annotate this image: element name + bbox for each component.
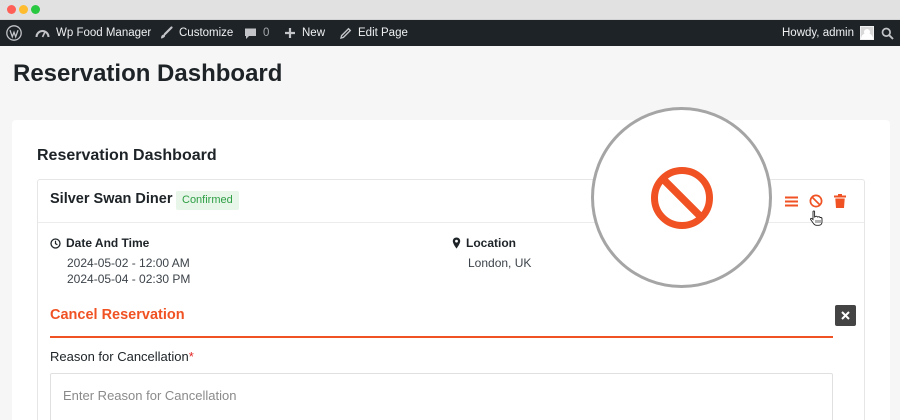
window-close-dot[interactable] bbox=[7, 5, 16, 14]
location-value: London, UK bbox=[468, 256, 532, 270]
date-time-value-1: 2024-05-02 - 12:00 AM bbox=[67, 256, 190, 270]
reason-label-text: Reason for Cancellation bbox=[50, 349, 189, 364]
customize-label: Customize bbox=[179, 27, 234, 39]
date-time-value-2: 2024-05-04 - 02:30 PM bbox=[67, 272, 191, 286]
date-time-label: Date And Time bbox=[66, 236, 150, 250]
admin-bar: Wp Food Manager Customize 0 New Edit Pag… bbox=[0, 20, 900, 46]
avatar bbox=[860, 26, 875, 40]
search-icon bbox=[881, 27, 894, 40]
close-icon bbox=[841, 311, 850, 320]
pencil-icon bbox=[340, 27, 352, 39]
close-cancel-form-button[interactable] bbox=[835, 305, 856, 326]
magnifier-callout bbox=[591, 107, 772, 288]
new-content-link[interactable]: New bbox=[284, 20, 325, 46]
browser-chrome bbox=[0, 0, 900, 20]
site-name-link[interactable]: Wp Food Manager bbox=[35, 20, 151, 46]
edit-page-link[interactable]: Edit Page bbox=[339, 20, 408, 46]
clock-icon bbox=[50, 237, 61, 249]
howdy-text: Howdy, admin bbox=[782, 27, 855, 39]
menu-icon bbox=[784, 196, 798, 206]
trash-icon bbox=[834, 194, 846, 208]
cancel-icon bbox=[809, 194, 823, 208]
comments-link[interactable]: 0 bbox=[244, 20, 269, 46]
site-name: Wp Food Manager bbox=[56, 27, 152, 39]
reason-label: Reason for Cancellation* bbox=[50, 349, 194, 364]
wordpress-logo-icon bbox=[6, 25, 22, 41]
cancel-icon-magnified bbox=[650, 166, 713, 229]
status-badge: Confirmed bbox=[176, 191, 239, 210]
map-pin-icon bbox=[452, 237, 461, 249]
cancel-reservation-title: Cancel Reservation bbox=[50, 307, 185, 323]
comment-bubble-icon bbox=[245, 28, 256, 39]
edit-page-label: Edit Page bbox=[358, 27, 408, 39]
cancel-reservation-button[interactable] bbox=[808, 193, 824, 209]
window-maximize-dot[interactable] bbox=[31, 5, 40, 14]
required-mark: * bbox=[188, 349, 194, 364]
my-account-link[interactable]: Howdy, admin bbox=[782, 20, 875, 46]
reason-input[interactable] bbox=[50, 373, 833, 420]
customize-link[interactable]: Customize bbox=[159, 20, 233, 46]
dashboard-gauge-icon bbox=[35, 30, 50, 38]
view-details-button[interactable] bbox=[783, 193, 799, 209]
date-time-label-row: Date And Time bbox=[50, 236, 149, 250]
plus-icon bbox=[285, 28, 295, 38]
location-label: Location bbox=[466, 236, 516, 250]
delete-reservation-button[interactable] bbox=[832, 193, 848, 209]
window-minimize-dot[interactable] bbox=[19, 5, 28, 14]
section-title: Reservation Dashboard bbox=[37, 147, 217, 164]
pointer-cursor-icon bbox=[809, 210, 823, 231]
location-label-row: Location bbox=[452, 236, 516, 250]
wordpress-logo-button[interactable] bbox=[6, 20, 22, 46]
reservation-name: Silver Swan Diner bbox=[50, 191, 173, 207]
page-title: Reservation Dashboard bbox=[13, 60, 283, 87]
cancel-title-underline bbox=[50, 336, 833, 338]
comments-count: 0 bbox=[263, 27, 270, 39]
search-button[interactable] bbox=[881, 20, 894, 46]
paintbrush-icon bbox=[161, 26, 173, 39]
new-label: New bbox=[302, 27, 326, 39]
